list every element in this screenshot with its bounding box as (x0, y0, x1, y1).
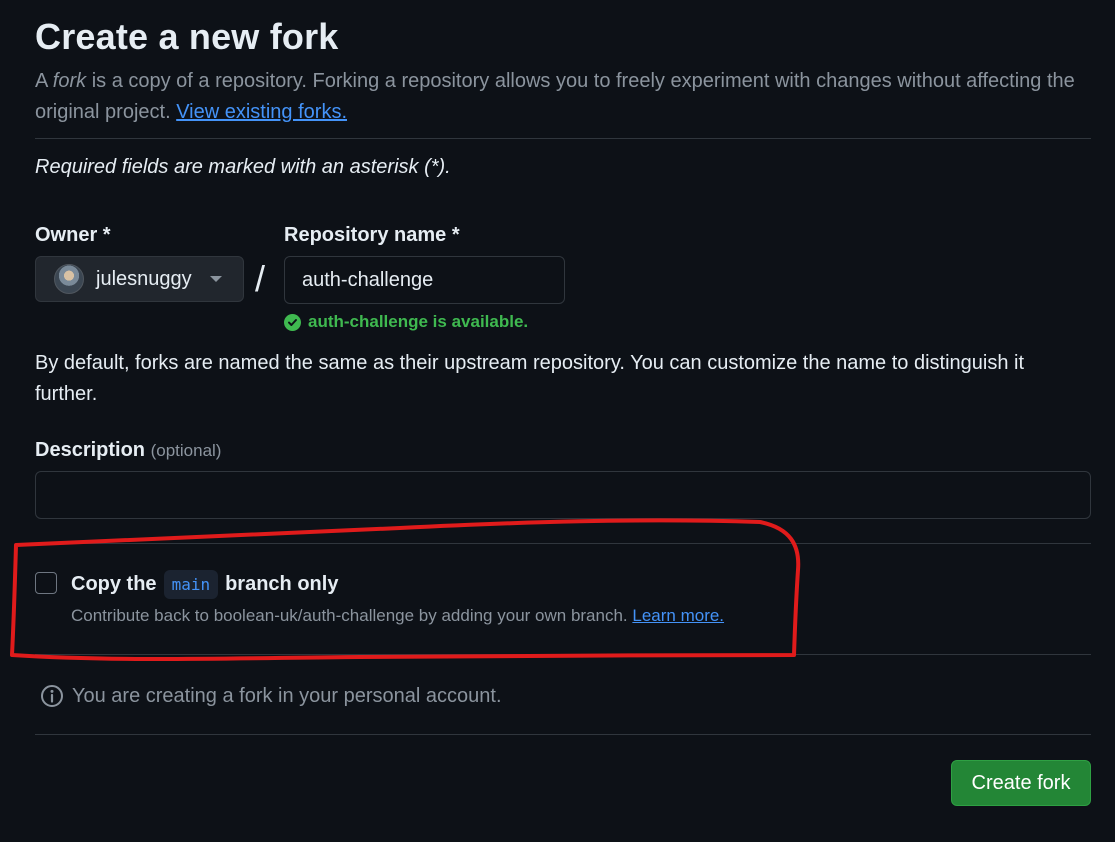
description-input[interactable] (35, 471, 1091, 519)
branch-divider (35, 654, 1091, 655)
learn-more-link[interactable]: Learn more. (632, 606, 724, 625)
naming-help-text: By default, forks are named the same as … (35, 352, 1025, 405)
description-label-text: Description (35, 439, 146, 461)
copy-branch-prefix: Copy the (71, 573, 157, 595)
optional-marker: (optional) (150, 441, 222, 460)
copy-main-branch-checkbox[interactable] (35, 572, 57, 594)
availability-message: auth-challenge is available. (284, 312, 528, 332)
create-fork-button[interactable]: Create fork (951, 760, 1091, 806)
description-label: Description (optional) (35, 439, 221, 462)
info-text: You are creating a fork in your personal… (72, 684, 502, 707)
info-icon (41, 685, 63, 707)
subtitle-prefix: A (35, 70, 53, 92)
header-divider (35, 138, 1091, 139)
repository-name-label: Repository name * (284, 224, 460, 246)
owner-label: Owner * (35, 224, 111, 246)
view-existing-forks-link[interactable]: View existing forks. (176, 101, 347, 123)
availability-text: auth-challenge is available. (308, 312, 529, 331)
branch-name-code: main (163, 570, 219, 599)
copy-branch-description: Contribute back to boolean-uk/auth-chall… (71, 606, 724, 626)
description-divider (35, 543, 1091, 544)
caret-down-icon (209, 276, 222, 282)
required-fields-note: Required fields are marked with an aster… (35, 156, 451, 178)
owner-repo-separator: / (255, 258, 266, 299)
check-circle-icon (284, 313, 301, 331)
page-title: Create a new fork (35, 16, 339, 57)
subtitle-emphasis: fork (52, 70, 87, 92)
owner-select-button[interactable]: julesnuggy (35, 256, 244, 302)
personal-account-info: You are creating a fork in your personal… (40, 684, 502, 708)
copy-branch-suffix: branch only (225, 573, 339, 595)
copy-branch-label[interactable]: Copy the main branch only (71, 570, 338, 599)
copy-branch-sub-text: Contribute back to boolean-uk/auth-chall… (71, 606, 633, 625)
owner-avatar (54, 264, 84, 294)
repository-name-input[interactable] (284, 256, 565, 304)
owner-name: julesnuggy (96, 267, 192, 290)
footer-divider (35, 734, 1091, 735)
page-subtitle: A fork is a copy of a repository. Forkin… (35, 66, 1075, 128)
